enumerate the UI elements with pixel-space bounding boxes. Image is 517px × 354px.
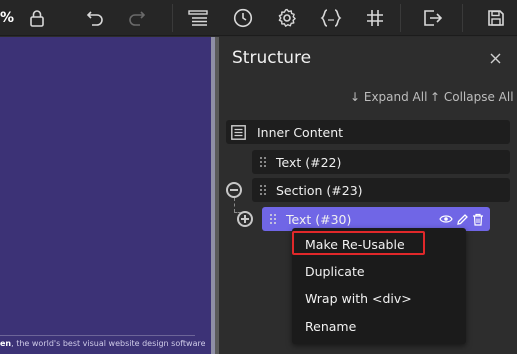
footer-bold-text: en [0,339,12,348]
tree-node-label: Text (#30) [286,211,352,227]
expand-all-button[interactable]: ↓ Expand All [350,90,427,104]
edit-pencil-icon[interactable] [456,213,469,226]
lock-icon[interactable] [26,0,48,36]
tree-node-label: Section (#23) [276,182,363,198]
list-icon [231,124,247,140]
canvas-footer-text: en, the world's best visual website desi… [0,339,205,348]
add-node-icon[interactable] [237,211,253,227]
menu-item-wrap-div[interactable]: Wrap with <div> [305,291,412,306]
canvas-preview[interactable]: en, the world's best visual website desi… [0,37,215,354]
menu-item-rename[interactable]: Rename [305,319,356,334]
toolbar-separator [400,4,401,32]
clock-icon[interactable] [231,0,255,36]
redo-icon[interactable] [126,0,148,36]
eye-icon[interactable] [439,214,453,224]
tree-node-section-23[interactable]: Section (#23) [252,178,510,202]
close-icon[interactable] [487,50,503,66]
tree-node-label: Text (#22) [276,154,342,170]
list-icon[interactable] [186,0,210,36]
drag-handle-icon[interactable] [260,185,270,195]
tree-node-text-22[interactable]: Text (#22) [252,150,510,174]
highlight-box [292,231,425,255]
toolbar-separator [172,4,173,32]
trash-icon[interactable] [472,213,484,226]
hash-icon[interactable] [363,0,387,36]
exit-icon[interactable] [421,0,445,36]
collapse-node-icon[interactable] [226,182,242,198]
collapse-all-button[interactable]: ↑ Collapse All [430,90,514,104]
undo-icon[interactable] [84,0,106,36]
tree-node-inner-content[interactable]: Inner Content [226,120,510,144]
gear-icon[interactable] [275,0,299,36]
tree-connector [234,198,235,212]
menu-item-duplicate[interactable]: Duplicate [305,264,365,279]
toolbar-separator [462,4,463,32]
zoom-percent-label[interactable]: % [0,0,14,36]
top-toolbar: % [0,0,517,36]
code-braces-icon[interactable] [319,0,343,36]
drag-handle-icon[interactable] [270,214,280,224]
footer-divider [0,335,195,336]
save-icon[interactable] [484,0,508,36]
drag-handle-icon[interactable] [260,157,270,167]
footer-rest-text: , the world's best visual website design… [11,339,205,348]
panel-title: Structure [232,48,312,68]
tree-node-label: Inner Content [257,124,344,140]
